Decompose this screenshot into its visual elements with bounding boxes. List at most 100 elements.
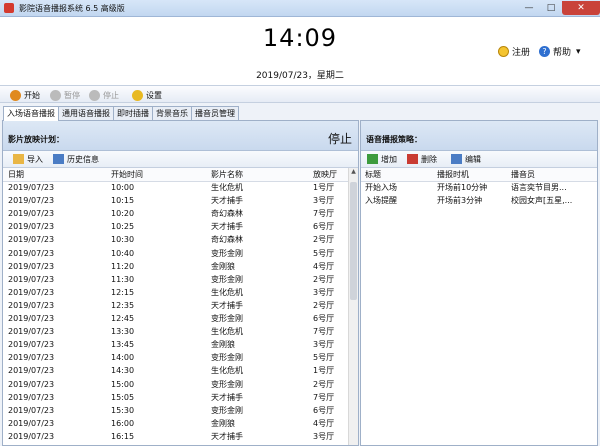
scrollbar-thumb[interactable] xyxy=(350,182,357,300)
table-cell: 7号厅 xyxy=(313,209,335,219)
table-row[interactable]: 2019/07/23 11:30 变形金刚 2号厅 xyxy=(3,273,348,286)
column-header[interactable]: 日期 xyxy=(8,168,24,181)
table-row[interactable]: 2019/07/23 12:35 天才捕手 2号厅 xyxy=(3,299,348,312)
table-cell: 变形金刚 xyxy=(211,314,243,323)
table-cell: 生化危机 xyxy=(211,183,243,192)
table-cell: 15:05 xyxy=(111,392,135,402)
table-row[interactable]: 开始入场 开场前10分钟 语言奕节目男... xyxy=(361,181,597,194)
table-cell: 变形金刚 xyxy=(211,274,243,284)
table-cell: 开场前10分钟 xyxy=(437,183,488,192)
table-cell: 2号厅 xyxy=(313,235,335,245)
table-cell: 10:20 xyxy=(111,209,135,219)
table-cell: 3号厅 xyxy=(313,287,335,297)
table-row[interactable]: 2019/07/23 13:45 金刚狼 3号厅 xyxy=(3,338,348,351)
table-cell: 3号厅 xyxy=(313,431,335,441)
table-row[interactable]: 2019/07/23 10:30 奇幻森林 2号厅 xyxy=(3,233,348,246)
schedule-scrollbar[interactable]: ▲ xyxy=(348,168,358,445)
tab-announcer-management[interactable]: 播音员管理 xyxy=(191,106,239,120)
settings-button[interactable]: 设置 xyxy=(132,88,162,102)
stop-button[interactable]: 停止 xyxy=(89,88,119,102)
table-cell: 金刚狼 xyxy=(211,340,235,350)
table-cell: 12:45 xyxy=(111,314,135,323)
playback-status: 停止 xyxy=(327,132,352,146)
help-label: 帮助 xyxy=(553,48,572,58)
table-cell: 2019/07/23 xyxy=(8,314,55,323)
strategy-panel-header: 语音播报策略： xyxy=(361,121,597,151)
help-menu[interactable]: ? 帮助 ▾ xyxy=(539,45,581,58)
column-header[interactable]: 开始时间 xyxy=(111,168,143,181)
table-cell: 7号厅 xyxy=(313,327,335,337)
column-header[interactable]: 播报时机 xyxy=(437,168,469,181)
table-cell: 2019/07/23 xyxy=(8,340,55,350)
tab-entry-broadcast[interactable]: 入场语音播报 xyxy=(3,106,59,121)
table-row[interactable]: 2019/07/23 15:30 变形金刚 6号厅 xyxy=(3,404,348,417)
import-button[interactable]: 导入 xyxy=(13,153,43,165)
table-cell: 生化危机 xyxy=(211,287,243,297)
table-cell: 2019/07/23 xyxy=(8,366,55,376)
column-header[interactable]: 影片名称 xyxy=(211,168,243,181)
history-button[interactable]: 历史信息 xyxy=(53,153,99,165)
column-header[interactable]: 放映厅 xyxy=(313,168,337,181)
tab-instant-insert[interactable]: 即时插播 xyxy=(113,106,153,120)
table-row[interactable]: 2019/07/23 10:20 奇幻森林 7号厅 xyxy=(3,207,348,220)
table-cell: 6号厅 xyxy=(313,314,335,323)
table-cell: 4号厅 xyxy=(313,418,335,428)
edit-button[interactable]: 编辑 xyxy=(451,153,481,165)
folder-icon xyxy=(13,154,24,164)
register-link[interactable]: 注册 xyxy=(498,45,530,58)
strategy-toolbar: 增加 删除 编辑 xyxy=(361,151,597,168)
add-button[interactable]: 增加 xyxy=(367,153,397,165)
table-cell: 天才捕手 xyxy=(211,431,243,441)
table-row[interactable]: 2019/07/23 11:20 金刚狼 4号厅 xyxy=(3,260,348,273)
maximize-button[interactable]: □ xyxy=(540,1,562,15)
table-row[interactable]: 2019/07/23 10:00 生化危机 1号厅 xyxy=(3,181,348,194)
table-cell: 开始入场 xyxy=(365,183,397,192)
table-row[interactable]: 2019/07/23 15:00 变形金刚 2号厅 xyxy=(3,378,348,391)
table-cell: 2019/07/23 xyxy=(8,327,55,337)
pause-button[interactable]: 暂停 xyxy=(50,88,80,102)
strategy-title: 语音播报策略： xyxy=(366,135,422,144)
table-cell: 11:30 xyxy=(111,274,135,284)
app-icon xyxy=(4,3,14,13)
tab-background-music[interactable]: 背景音乐 xyxy=(152,106,192,120)
table-row[interactable]: 2019/07/23 16:00 金刚狼 4号厅 xyxy=(3,417,348,430)
table-row[interactable]: 入场提醒 开场前3分钟 校园女声[五星,... xyxy=(361,194,597,207)
table-icon xyxy=(53,154,64,164)
column-header[interactable]: 标题 xyxy=(365,168,381,181)
table-row[interactable]: 2019/07/23 16:15 天才捕手 3号厅 xyxy=(3,430,348,443)
import-label: 导入 xyxy=(27,154,43,164)
table-cell: 2019/07/23 xyxy=(8,392,55,402)
table-row[interactable]: 2019/07/23 12:15 生化危机 3号厅 xyxy=(3,286,348,299)
table-cell: 10:00 xyxy=(111,183,135,192)
minimize-button[interactable]: — xyxy=(518,1,540,15)
table-cell: 10:25 xyxy=(111,222,135,232)
table-row[interactable]: 2019/07/23 10:25 天才捕手 6号厅 xyxy=(3,220,348,233)
table-cell: 6号厅 xyxy=(313,222,335,232)
table-cell: 13:45 xyxy=(111,340,135,350)
table-cell: 16:00 xyxy=(111,418,135,428)
table-row[interactable]: 2019/07/23 13:30 生化危机 7号厅 xyxy=(3,325,348,338)
table-cell: 5号厅 xyxy=(313,248,335,258)
table-row[interactable]: 2019/07/23 14:30 生化危机 1号厅 xyxy=(3,364,348,377)
column-header[interactable]: 播音员 xyxy=(511,168,595,181)
edit-label: 编辑 xyxy=(465,154,481,164)
table-cell: 变形金刚 xyxy=(211,379,243,389)
start-button[interactable]: 开始 xyxy=(10,88,40,102)
close-button[interactable]: ✕ xyxy=(562,1,600,15)
table-row[interactable]: 2019/07/23 10:15 天才捕手 3号厅 xyxy=(3,194,348,207)
table-row[interactable]: 2019/07/23 15:05 天才捕手 7号厅 xyxy=(3,391,348,404)
table-cell: 2019/07/23 xyxy=(8,235,55,245)
table-row[interactable]: 2019/07/23 14:00 变形金刚 5号厅 xyxy=(3,351,348,364)
table-cell: 1号厅 xyxy=(313,366,335,376)
table-cell: 金刚狼 xyxy=(211,418,235,428)
table-row[interactable]: 2019/07/23 12:45 变形金刚 6号厅 xyxy=(3,312,348,325)
tab-general-broadcast[interactable]: 通用语音播报 xyxy=(58,106,114,120)
table-cell: 14:00 xyxy=(111,353,135,363)
table-cell: 11:20 xyxy=(111,261,135,271)
stop-label: 停止 xyxy=(103,90,119,100)
table-cell: 13:30 xyxy=(111,327,135,337)
delete-button[interactable]: 删除 xyxy=(407,153,437,165)
scroll-up-icon[interactable]: ▲ xyxy=(349,168,358,176)
table-cell: 2019/07/23 xyxy=(8,261,55,271)
table-row[interactable]: 2019/07/23 10:40 变形金刚 5号厅 xyxy=(3,247,348,260)
